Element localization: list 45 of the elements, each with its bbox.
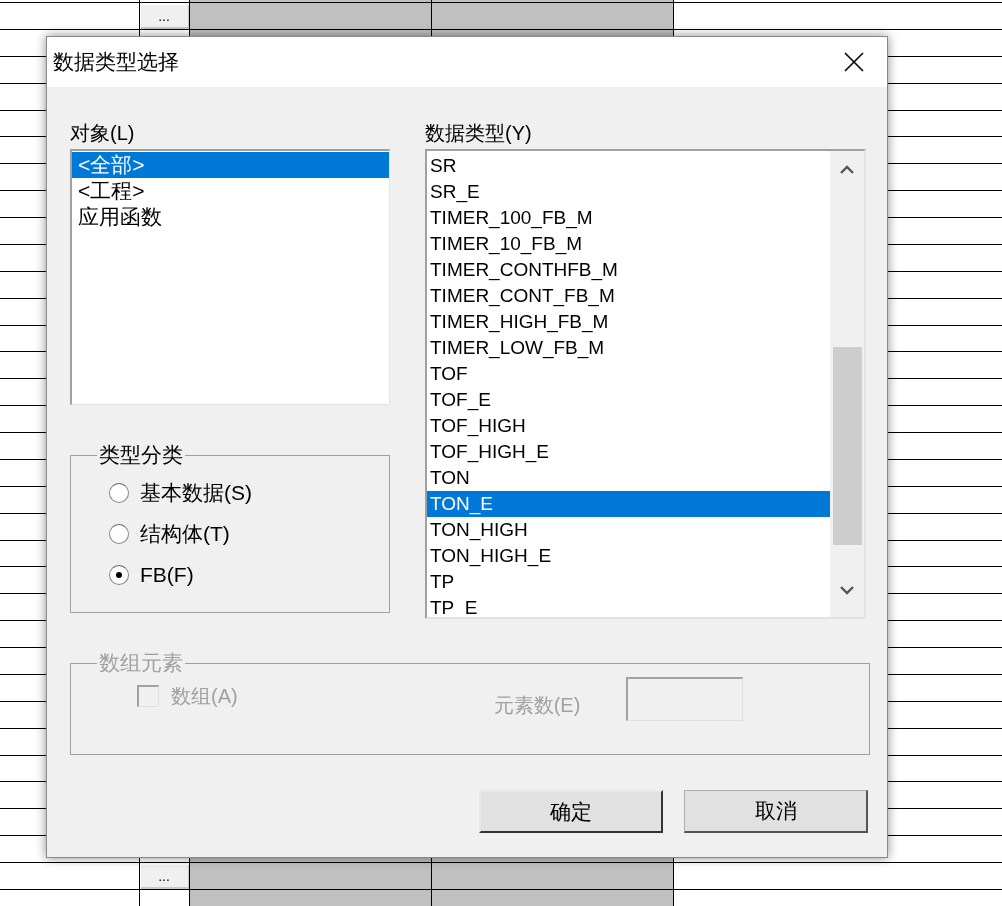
group-label: 类型分类	[98, 443, 184, 467]
close-icon	[844, 52, 864, 72]
list-item[interactable]: TOF_HIGH	[427, 413, 830, 439]
field-label: 元素数(E)	[493, 693, 581, 718]
list-label: 对象(L)	[70, 121, 136, 145]
group-label: 数组元素	[98, 651, 184, 675]
ellipsis-button[interactable]: ...	[140, 4, 189, 29]
scroll-down-icon[interactable]	[840, 585, 854, 595]
dialog-button[interactable]: 确定	[479, 790, 663, 833]
window-title: 数据类型选择	[53, 49, 179, 76]
list-label: 数据类型(Y)	[425, 121, 533, 145]
type-listbox[interactable]: SR SR_E TIMER_100_FB_M TIMER_10_FB_M TIMER_CONTHFB_M TIMER_CONT_FB_M TIMER_HIGH_FB_M TIMER_LOW_FB_M TOF TOF_E TOF_HIGH TOF_HIGH_E TON TON_E TON_HIGH TON_HIGH_E TP TP_E	[425, 149, 866, 619]
list-item[interactable]: TOF	[427, 361, 830, 387]
list-item[interactable]: TIMER_CONT_FB_M	[427, 283, 830, 309]
list-item[interactable]: SR	[427, 153, 830, 179]
list-item[interactable]: TIMER_LOW_FB_M	[427, 335, 830, 361]
list-item[interactable]: TIMER_HIGH_FB_M	[427, 309, 830, 335]
list-item[interactable]: TP_E	[427, 595, 830, 617]
radio-label: 结构体(T)	[140, 522, 230, 546]
list-item[interactable]: <工程>	[72, 178, 389, 204]
list-item[interactable]: TIMER_CONTHFB_M	[427, 257, 830, 283]
radio-label: FB(F)	[140, 563, 194, 587]
list-item[interactable]: TON_E	[427, 491, 830, 517]
dialog-button[interactable]: 取消	[684, 790, 868, 833]
list-item[interactable]: TON	[427, 465, 830, 491]
radio-button[interactable]	[109, 565, 129, 585]
list-item[interactable]: TON_HIGH	[427, 517, 830, 543]
list-item[interactable]: 应用函数	[72, 204, 389, 230]
list-item[interactable]: TON_HIGH_E	[427, 543, 830, 569]
scroll-up-icon[interactable]	[840, 165, 854, 175]
list-item[interactable]: TOF_E	[427, 387, 830, 413]
ellipsis-button[interactable]: ...	[140, 864, 189, 889]
radio-button[interactable]	[109, 524, 129, 544]
radio-button[interactable]	[109, 483, 129, 503]
list-item[interactable]: TOF_HIGH_E	[427, 439, 830, 465]
scrollbar[interactable]	[830, 151, 864, 617]
list-item[interactable]: TP	[427, 569, 830, 595]
checkbox-label: 数组(A)	[171, 684, 238, 709]
radio-label: 基本数据(S)	[140, 481, 252, 505]
list-item[interactable]: <全部>	[72, 152, 389, 178]
list-item[interactable]: SR_E	[427, 179, 830, 205]
list-item[interactable]: TIMER_10_FB_M	[427, 231, 830, 257]
scrollbar-thumb[interactable]	[832, 347, 862, 545]
object-listbox[interactable]: <全部> <工程> 应用函数	[70, 149, 390, 405]
list-item[interactable]: TIMER_100_FB_M	[427, 205, 830, 231]
